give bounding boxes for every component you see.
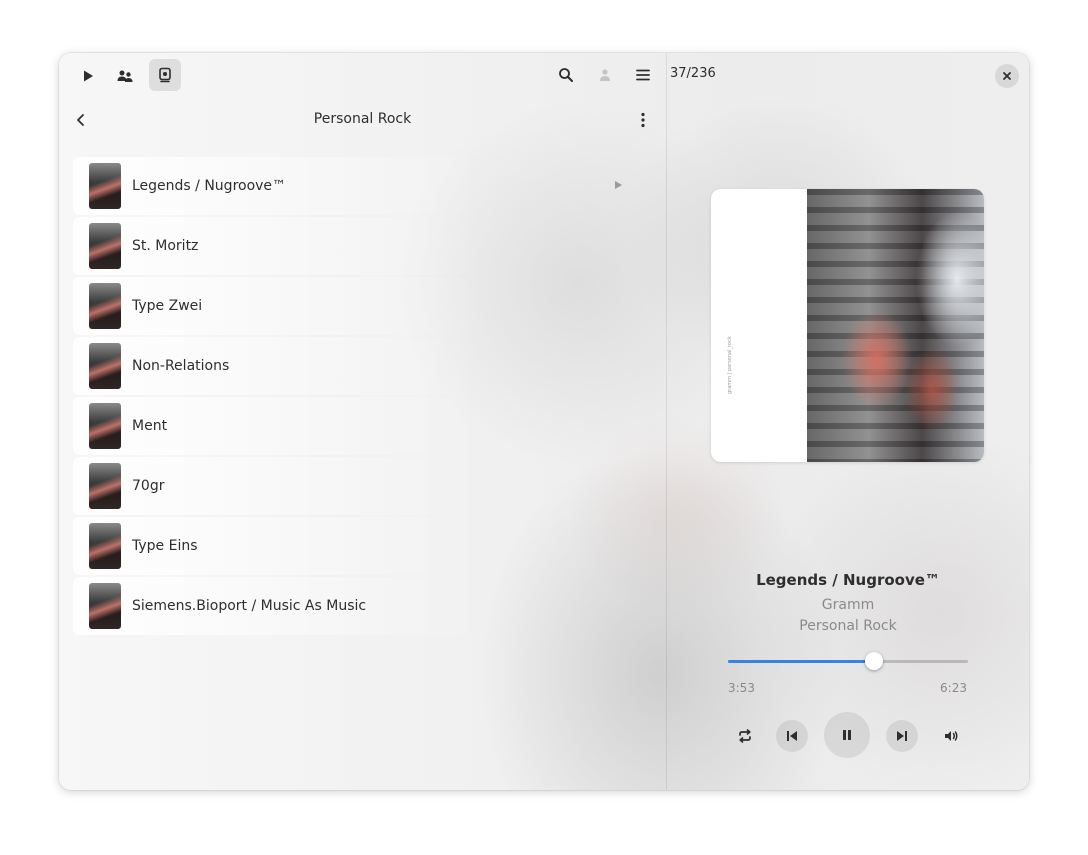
next-button[interactable] <box>886 720 918 752</box>
now-playing-artist: Gramm <box>821 597 875 613</box>
now-playing-album: Personal Rock <box>799 618 897 634</box>
track-name: Ment <box>132 418 168 434</box>
next-icon <box>897 731 907 741</box>
track-row[interactable]: Ment <box>73 397 659 455</box>
album-art-photo <box>807 189 984 462</box>
volume-icon <box>945 731 958 741</box>
seek-slider-handle[interactable] <box>865 652 884 670</box>
main-menu-button[interactable] <box>627 59 659 91</box>
track-row[interactable]: St. Moritz <box>73 217 659 275</box>
track-name: St. Moritz <box>132 238 199 254</box>
track-thumbnail <box>89 163 121 209</box>
track-row[interactable]: Legends / Nugroove™ <box>73 157 659 215</box>
repeat-button[interactable] <box>729 720 761 752</box>
music-player-window: 37/236 Personal Rock Legends / Nugroove™ <box>59 53 1029 790</box>
track-thumbnail <box>89 523 121 569</box>
track-thumbnail <box>89 343 121 389</box>
menu-icon <box>636 69 650 81</box>
account-button[interactable] <box>589 59 621 91</box>
track-name: 70gr <box>132 478 165 494</box>
artists-icon <box>117 70 133 82</box>
pause-button[interactable] <box>824 712 870 758</box>
play-icon <box>84 70 93 82</box>
account-icon <box>600 69 610 81</box>
total-duration: 6:23 <box>940 681 967 695</box>
track-row[interactable]: Type Eins <box>73 517 659 575</box>
track-thumbnail <box>89 223 121 269</box>
track-name: Type Eins <box>132 538 198 554</box>
track-name: Non-Relations <box>132 358 230 374</box>
close-icon <box>1003 72 1011 80</box>
repeat-icon <box>739 729 751 743</box>
close-button[interactable] <box>995 64 1019 88</box>
track-row[interactable]: 70gr <box>73 457 659 515</box>
now-playing-indicator-icon <box>615 181 622 189</box>
artists-view-button[interactable] <box>109 60 141 92</box>
track-name: Siemens.Bioport / Music As Music <box>132 598 367 614</box>
elapsed-time: 3:53 <box>728 681 755 695</box>
previous-button[interactable] <box>776 720 808 752</box>
track-row[interactable]: Type Zwei <box>73 277 659 335</box>
albums-icon <box>159 67 171 83</box>
kebab-menu-icon <box>641 112 645 128</box>
panel-divider <box>666 53 667 790</box>
track-thumbnail <box>89 583 121 629</box>
options-button[interactable] <box>627 104 659 136</box>
play-view-button[interactable] <box>72 60 104 92</box>
track-name: Legends / Nugroove™ <box>132 178 287 194</box>
now-playing-title: Legends / Nugroove™ <box>756 571 940 589</box>
pause-icon <box>843 730 851 740</box>
chevron-left-icon <box>77 114 84 126</box>
track-list: Legends / Nugroove™ St. Moritz Type Zwei… <box>73 157 659 637</box>
track-row[interactable]: Non-Relations <box>73 337 659 395</box>
search-icon <box>559 68 573 82</box>
seek-slider-fill <box>728 660 875 663</box>
track-thumbnail <box>89 283 121 329</box>
track-thumbnail <box>89 463 121 509</box>
previous-icon <box>787 731 797 741</box>
panel-title: Personal Rock <box>313 111 412 127</box>
queue-counter: 37/236 <box>670 66 716 81</box>
albums-view-button[interactable] <box>149 59 181 91</box>
track-thumbnail <box>89 403 121 449</box>
back-button[interactable] <box>65 104 97 136</box>
track-name: Type Zwei <box>132 298 203 314</box>
search-button[interactable] <box>550 59 582 91</box>
seek-slider[interactable] <box>728 652 968 670</box>
album-art-caption: gramm | personal_rock <box>727 336 733 394</box>
volume-button[interactable] <box>935 720 967 752</box>
track-row[interactable]: Siemens.Bioport / Music As Music <box>73 577 659 635</box>
album-art: gramm | personal_rock <box>711 189 984 462</box>
